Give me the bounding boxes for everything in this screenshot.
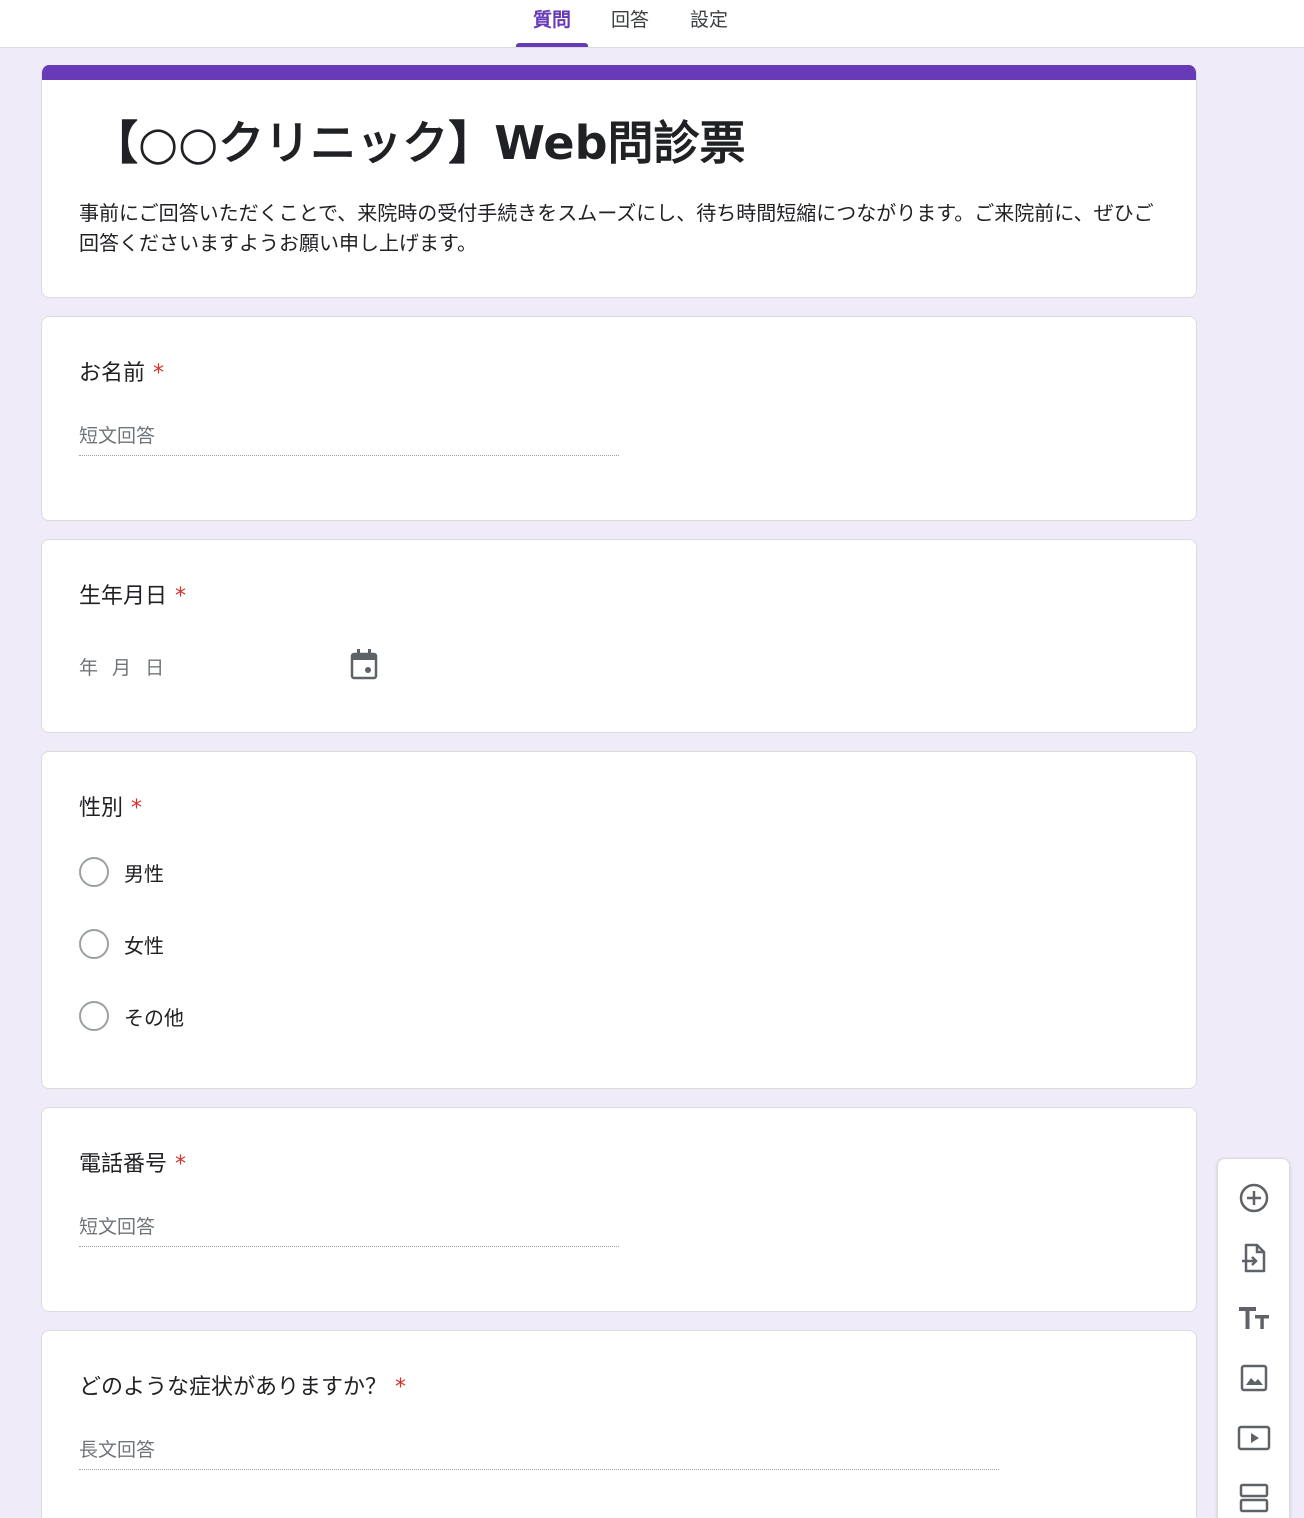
date-placeholder: 年 月 日: [79, 656, 169, 679]
required-asterisk: *: [131, 796, 143, 821]
radio-label: 女性: [124, 933, 164, 958]
tab-settings[interactable]: 設定: [679, 0, 739, 47]
question-title-text: 生年月日: [79, 584, 168, 609]
question-title: 性別 *: [79, 790, 142, 822]
add-video-icon[interactable]: [1236, 1420, 1272, 1456]
add-title-icon[interactable]: [1236, 1300, 1272, 1336]
date-input[interactable]: 年 月 日: [79, 646, 379, 686]
side-toolbar: [1217, 1158, 1290, 1518]
radio-option-other[interactable]: その他: [79, 999, 184, 1033]
radio-label: その他: [124, 1005, 184, 1030]
question-card-name[interactable]: お名前 * 短文回答: [41, 316, 1197, 521]
radio-label: 男性: [124, 861, 164, 886]
required-asterisk: *: [175, 584, 187, 609]
short-answer-input[interactable]: 短文回答: [79, 416, 619, 456]
required-asterisk: *: [395, 1375, 407, 1400]
question-card-phone[interactable]: 電話番号 * 短文回答: [41, 1107, 1197, 1312]
form-header-card[interactable]: 【○○クリニック】Web問診票 事前にご回答いただくことで、来院時の受付手続きを…: [41, 65, 1197, 298]
radio-button[interactable]: [79, 1001, 109, 1031]
question-title: お名前 *: [79, 355, 164, 387]
question-title-text: 性別: [79, 796, 124, 821]
required-asterisk: *: [153, 361, 165, 386]
question-card-symptoms[interactable]: どのような症状がありますか？ * 長文回答: [41, 1330, 1197, 1518]
top-tab-bar: 質問 回答 設定: [0, 0, 1304, 48]
form-description[interactable]: 事前にご回答いただくことで、来院時の受付手続きをスムーズにし、待ち時間短縮につな…: [79, 198, 1159, 258]
radio-option-female[interactable]: 女性: [79, 927, 164, 961]
tab-questions[interactable]: 質問: [516, 0, 588, 47]
question-title: 電話番号 *: [79, 1146, 186, 1178]
question-card-gender[interactable]: 性別 * 男性 女性 その他: [41, 751, 1197, 1089]
radio-option-male[interactable]: 男性: [79, 855, 164, 889]
form-title[interactable]: 【○○クリニック】Web問診票: [92, 107, 746, 173]
tab-responses[interactable]: 回答: [600, 0, 660, 47]
add-question-icon[interactable]: [1236, 1180, 1272, 1216]
question-title-text: 電話番号: [79, 1152, 168, 1177]
radio-button[interactable]: [79, 857, 109, 887]
header-accent-bar: [42, 65, 1196, 80]
short-answer-input[interactable]: 短文回答: [79, 1207, 619, 1247]
radio-button[interactable]: [79, 929, 109, 959]
question-title-text: どのような症状がありますか？: [79, 1375, 388, 1400]
question-title-text: お名前: [79, 361, 146, 386]
question-card-birthdate[interactable]: 生年月日 * 年 月 日: [41, 539, 1197, 733]
calendar-icon[interactable]: [349, 648, 379, 684]
long-answer-input[interactable]: 長文回答: [79, 1430, 999, 1470]
add-section-icon[interactable]: [1236, 1480, 1272, 1516]
add-image-icon[interactable]: [1236, 1360, 1272, 1396]
required-asterisk: *: [175, 1152, 187, 1177]
question-title: 生年月日 *: [79, 578, 186, 610]
question-title: どのような症状がありますか？ *: [79, 1369, 406, 1401]
import-questions-icon[interactable]: [1236, 1240, 1272, 1276]
